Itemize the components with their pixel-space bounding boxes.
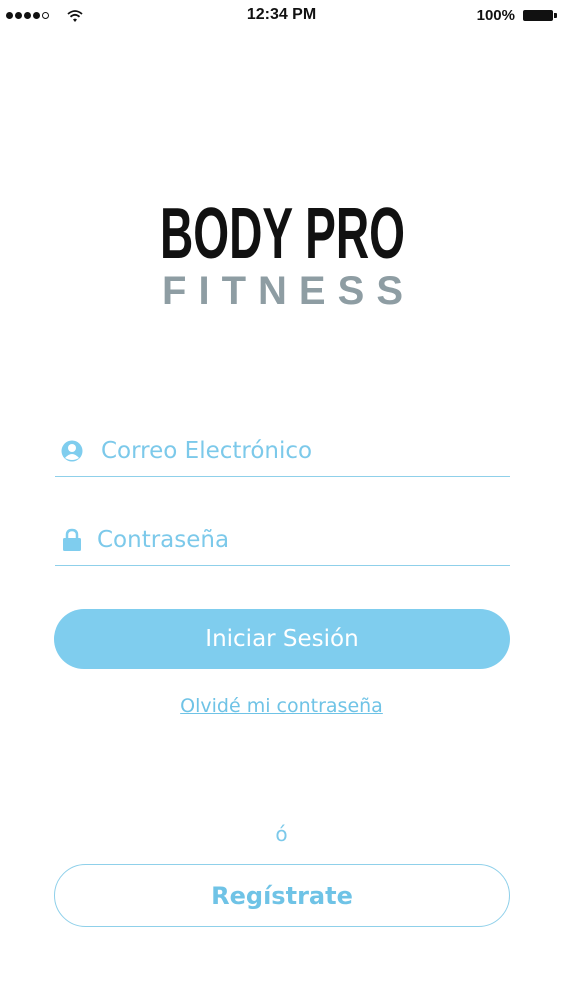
password-field: [55, 516, 510, 566]
or-separator: ó: [275, 822, 288, 846]
battery-icon: [523, 10, 557, 21]
app-logo: BODY PRO FITNESS: [160, 196, 410, 311]
battery-percentage: 100%: [476, 7, 515, 24]
status-bar: 12:34 PM 100%: [0, 0, 563, 32]
logo-title: BODY PRO: [160, 196, 405, 268]
email-input[interactable]: [101, 433, 501, 469]
forgot-password-link[interactable]: Olvidé mi contraseña: [0, 695, 563, 717]
email-field: [55, 427, 510, 477]
user-icon: [61, 440, 83, 462]
login-button[interactable]: Iniciar Sesión: [54, 609, 510, 669]
logo-subtitle: FITNESS: [162, 269, 403, 308]
password-input[interactable]: [97, 522, 497, 558]
svg-text:BODY PRO: BODY PRO: [160, 196, 405, 268]
lock-icon: [63, 528, 81, 551]
svg-text:FITNESS: FITNESS: [162, 269, 403, 308]
register-button[interactable]: Regístrate: [54, 864, 510, 927]
